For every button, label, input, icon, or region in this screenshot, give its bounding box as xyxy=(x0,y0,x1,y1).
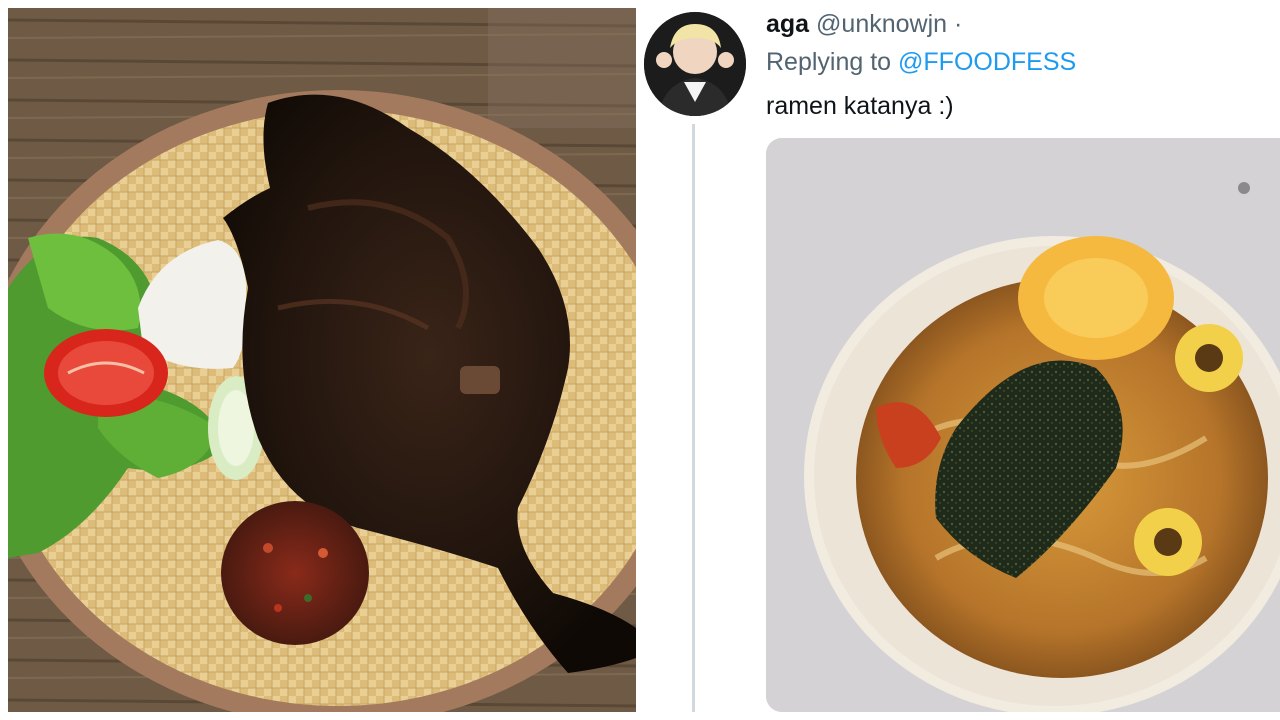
display-name[interactable]: aga xyxy=(766,10,809,38)
grilled-fish-photo[interactable] xyxy=(8,8,636,712)
user-handle[interactable]: @unknowjn xyxy=(816,10,947,38)
ramen-photo[interactable] xyxy=(766,138,1280,712)
replying-to-handle-link[interactable]: @FFOODFESS xyxy=(898,48,1076,76)
thread-connector-line xyxy=(692,124,695,712)
header-separator: · xyxy=(954,10,963,38)
user-avatar[interactable] xyxy=(644,12,746,116)
tweet-text: ramen katanya :) xyxy=(766,92,954,120)
reply-context: Replying to @FFOODFESS xyxy=(766,48,1076,77)
replying-to-label: Replying to xyxy=(766,48,892,76)
tweet-header: aga @unknowjn · xyxy=(766,10,962,39)
